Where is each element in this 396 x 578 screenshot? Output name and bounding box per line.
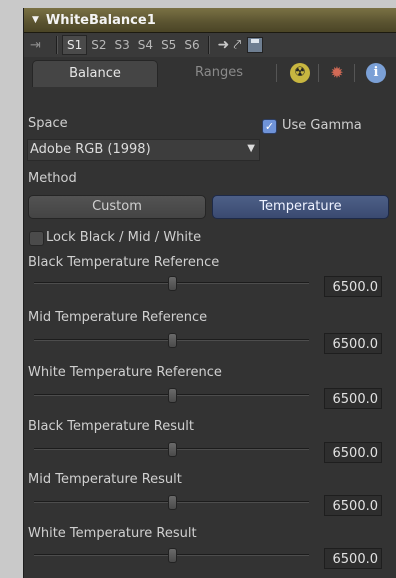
slider-thumb[interactable] (168, 442, 177, 457)
slider-thumb[interactable] (168, 495, 177, 510)
radioactive-icon[interactable]: ☢ (290, 63, 310, 83)
tab-divider (318, 64, 319, 82)
slider-label: Black Temperature Reference (28, 255, 220, 270)
slider-thumb[interactable] (168, 548, 177, 563)
lock-label: Lock Black / Mid / White (46, 230, 202, 245)
info-icon[interactable]: i (366, 63, 386, 83)
slot-s5[interactable]: S5 (157, 36, 180, 54)
save-disk-icon[interactable] (247, 37, 264, 53)
pin-icon[interactable]: ⇥ (30, 38, 52, 53)
space-dropdown-value: Adobe RGB (1998) (30, 142, 151, 157)
tab-ranges[interactable]: Ranges (174, 60, 264, 86)
collapse-triangle-icon[interactable]: ▼ (32, 15, 39, 25)
method-temperature-button[interactable]: Temperature (212, 195, 389, 219)
method-label: Method (28, 171, 77, 186)
slider-value-field[interactable]: 6500.0 (324, 442, 382, 463)
slot-s3[interactable]: S3 (111, 36, 134, 54)
tool-title: WhiteBalance1 (45, 12, 156, 28)
slider-thumb[interactable] (168, 388, 177, 403)
version-toolbar: ⇥ S1 S2 S3 S4 S5 S6 ➜ ⤤ (24, 33, 396, 57)
chevron-down-icon: ▼ (247, 143, 255, 154)
slider-thumb[interactable] (168, 276, 177, 291)
slider-label: Mid Temperature Result (28, 472, 182, 487)
tab-balance[interactable]: Balance (32, 60, 158, 87)
toolbar-divider (56, 36, 58, 54)
tool-panel: ▼ WhiteBalance1 ⇥ S1 S2 S3 S4 S5 S6 ➜ ⤤ … (23, 8, 396, 578)
slider-label: Black Temperature Result (28, 419, 194, 434)
slider-value-field[interactable]: 6500.0 (324, 276, 382, 297)
slider-value-field[interactable]: 6500.0 (324, 388, 382, 409)
slider-value-field[interactable]: 6500.0 (324, 548, 382, 569)
tab-divider (354, 64, 355, 82)
slot-s4[interactable]: S4 (134, 36, 157, 54)
use-gamma-checkbox[interactable]: ✓ (262, 119, 277, 134)
gear-icon[interactable]: ✹ (327, 63, 347, 83)
method-custom-button[interactable]: Custom (28, 195, 206, 219)
tab-divider (276, 64, 277, 82)
slider-label: White Temperature Reference (28, 365, 222, 380)
slot-s6[interactable]: S6 (180, 36, 203, 54)
slot-s1[interactable]: S1 (62, 35, 88, 55)
space-label: Space (28, 116, 68, 131)
slider-value-field[interactable]: 6500.0 (324, 495, 382, 516)
space-dropdown[interactable]: Adobe RGB (1998) ▼ (27, 139, 260, 161)
slider-label: White Temperature Result (28, 526, 197, 541)
tab-bar: Balance Ranges ☢ ✹ i (24, 60, 396, 87)
slider-thumb[interactable] (168, 333, 177, 348)
pick-icon[interactable]: ⤤ (233, 37, 241, 53)
lock-checkbox[interactable] (29, 231, 44, 246)
slider-value-field[interactable]: 6500.0 (324, 333, 382, 354)
slot-s2[interactable]: S2 (87, 36, 110, 54)
slider-label: Mid Temperature Reference (28, 310, 208, 325)
use-gamma-label: Use Gamma (282, 118, 362, 133)
arrow-right-icon[interactable]: ➜ (218, 37, 230, 53)
tool-header[interactable]: ▼ WhiteBalance1 (24, 8, 396, 33)
toolbar-divider (207, 36, 210, 54)
